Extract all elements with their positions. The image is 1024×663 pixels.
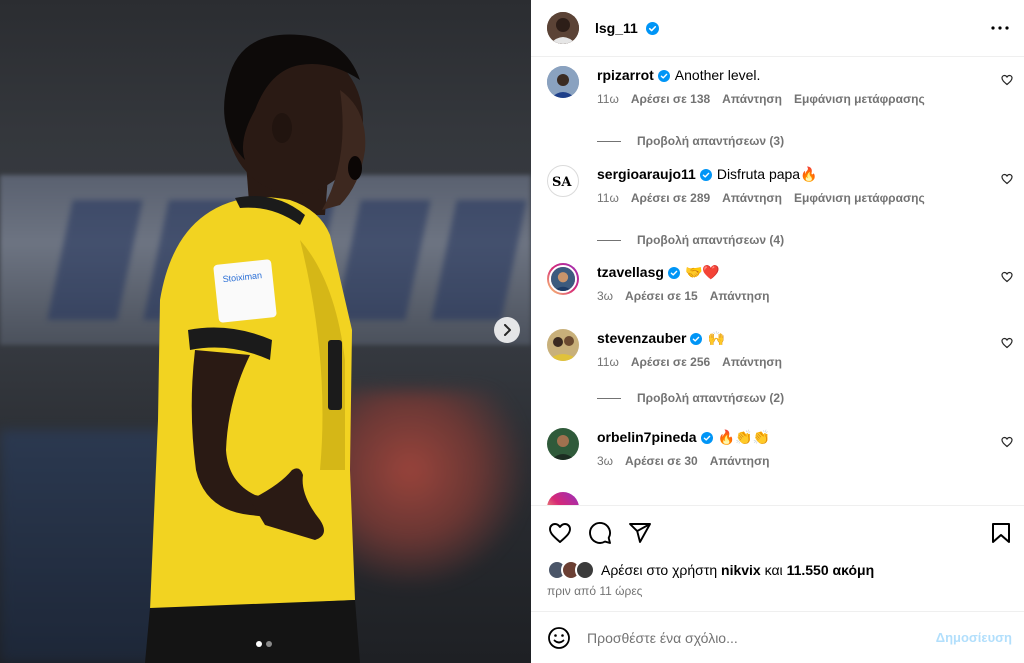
- view-replies-label: Προβολή απαντήσεων (4): [637, 233, 785, 247]
- heart-icon: [549, 523, 571, 543]
- next-slide-button[interactable]: [494, 317, 520, 343]
- likes-prefix: Αρέσει στο χρήστη: [601, 562, 718, 578]
- view-replies-label: Προβολή απαντήσεων (2): [637, 391, 785, 405]
- replies-divider: [597, 239, 621, 241]
- comment-likes[interactable]: Αρέσει σε 289: [631, 191, 710, 205]
- post-media[interactable]: Stoiximan: [0, 0, 531, 663]
- post-time: πριν από 11 ώρες: [547, 584, 643, 598]
- comment-username[interactable]: rpizarrot: [597, 67, 654, 83]
- view-replies-button[interactable]: Προβολή απαντήσεων (4): [597, 233, 784, 247]
- comment-username[interactable]: tzavellasg: [597, 264, 664, 280]
- post-comment-button[interactable]: Δημοσίευση: [936, 630, 1012, 645]
- comment-likes[interactable]: Αρέσει σε 15: [625, 289, 698, 303]
- commenter-avatar[interactable]: [547, 492, 579, 505]
- liker-avatar: [575, 560, 595, 580]
- comment-username[interactable]: sergioaraujo11: [597, 166, 696, 182]
- commenter-avatar[interactable]: [547, 263, 579, 295]
- view-replies-button[interactable]: Προβολή απαντήσεων (2): [597, 391, 784, 405]
- carousel-dot: [256, 641, 262, 647]
- verified-badge-icon: [690, 333, 703, 345]
- comment-icon: [589, 521, 611, 544]
- verified-badge-icon: [657, 70, 670, 82]
- commenter-avatar-image: [547, 66, 579, 98]
- verified-badge-icon: [645, 22, 659, 35]
- comment-text: Disfruta papa🔥: [716, 166, 818, 182]
- likes-conj: και: [764, 562, 783, 578]
- comment-likes[interactable]: Αρέσει σε 256: [631, 355, 710, 369]
- post-panel: lsg_11 rpizarrot Another level. 11ω Αρέσ…: [531, 0, 1024, 663]
- commenter-avatar[interactable]: [547, 66, 579, 98]
- comment-time: 11ω: [597, 355, 619, 369]
- heart-icon[interactable]: [1001, 74, 1013, 86]
- post-actions: Αρέσει στο χρήστη nikvix και 11.550 ακόμ…: [531, 505, 1024, 610]
- carousel-dot: [266, 641, 272, 647]
- author-username[interactable]: lsg_11: [595, 20, 659, 36]
- verified-badge-icon: [699, 169, 712, 181]
- send-icon: [629, 523, 651, 543]
- verified-badge-icon: [700, 432, 713, 444]
- commenter-avatar-image: SA: [552, 175, 572, 190]
- more-horizontal-icon: [991, 26, 1009, 30]
- comment-username[interactable]: stevenzauber: [597, 330, 686, 346]
- author-avatar-image: [547, 12, 579, 44]
- author-username-text: lsg_11: [595, 20, 638, 36]
- commenter-avatar[interactable]: [547, 428, 579, 460]
- reply-button[interactable]: Απάντηση: [722, 92, 782, 106]
- like-button[interactable]: [547, 520, 573, 546]
- comment-input[interactable]: [587, 629, 927, 646]
- emoji-icon: [548, 626, 570, 649]
- chevron-right-icon: [504, 324, 511, 336]
- likes-others[interactable]: 11.550 ακόμη: [787, 562, 875, 578]
- share-button[interactable]: [627, 520, 653, 546]
- post-header: lsg_11: [531, 0, 1024, 57]
- view-replies-button[interactable]: Προβολή απαντήσεων (3): [597, 134, 784, 148]
- comment-text: 🙌: [707, 330, 725, 346]
- add-comment-bar: Δημοσίευση: [531, 611, 1024, 663]
- carousel-indicator: [256, 641, 272, 647]
- svg-text:SA: SA: [552, 175, 572, 190]
- comment-text: 🤝❤️: [684, 264, 720, 280]
- reply-button[interactable]: Απάντηση: [710, 454, 770, 468]
- view-replies-label: Προβολή απαντήσεων (3): [637, 134, 785, 148]
- replies-divider: [597, 140, 621, 142]
- comments-list[interactable]: rpizarrot Another level. 11ω Αρέσει σε 13…: [531, 58, 1024, 505]
- likes-summary[interactable]: Αρέσει στο χρήστη nikvix και 11.550 ακόμ…: [547, 560, 874, 580]
- comment-likes[interactable]: Αρέσει σε 30: [625, 454, 698, 468]
- reply-button[interactable]: Απάντηση: [710, 289, 770, 303]
- comment-time: 3ω: [597, 454, 614, 468]
- bookmark-icon: [992, 523, 1010, 543]
- save-button[interactable]: [988, 520, 1014, 546]
- translate-button[interactable]: Εμφάνιση μετάφρασης: [794, 191, 925, 205]
- reply-button[interactable]: Απάντηση: [722, 191, 782, 205]
- heart-icon[interactable]: [1001, 337, 1013, 349]
- comment-username[interactable]: orbelin7pineda: [597, 429, 697, 445]
- replies-divider: [597, 397, 621, 399]
- translate-button[interactable]: Εμφάνιση μετάφρασης: [794, 92, 925, 106]
- author-avatar[interactable]: [547, 12, 579, 44]
- likes-user[interactable]: nikvix: [721, 562, 761, 578]
- reply-button[interactable]: Απάντηση: [722, 355, 782, 369]
- player-photo: Stoiximan: [145, 34, 366, 663]
- comment-text: Another level.: [674, 67, 761, 83]
- commenter-avatar[interactable]: SA: [547, 165, 579, 197]
- heart-icon[interactable]: [1001, 436, 1013, 448]
- liker-avatars: [547, 560, 595, 580]
- heart-icon[interactable]: [1001, 271, 1013, 283]
- commenter-avatar-image: [547, 428, 579, 460]
- comment-likes[interactable]: Αρέσει σε 138: [631, 92, 710, 106]
- emoji-button[interactable]: [547, 626, 571, 650]
- more-options-button[interactable]: [990, 18, 1010, 38]
- verified-badge-icon: [667, 267, 680, 279]
- comment-time: 3ω: [597, 289, 614, 303]
- comment-time: 11ω: [597, 191, 619, 205]
- comment-button[interactable]: [587, 520, 613, 546]
- heart-icon[interactable]: [1001, 173, 1013, 185]
- commenter-avatar[interactable]: [547, 329, 579, 361]
- comment-time: 11ω: [597, 92, 619, 106]
- comment-text: 🔥👏👏: [717, 429, 770, 445]
- commenter-avatar-image: [547, 329, 579, 361]
- commenter-avatar-image: [549, 265, 577, 293]
